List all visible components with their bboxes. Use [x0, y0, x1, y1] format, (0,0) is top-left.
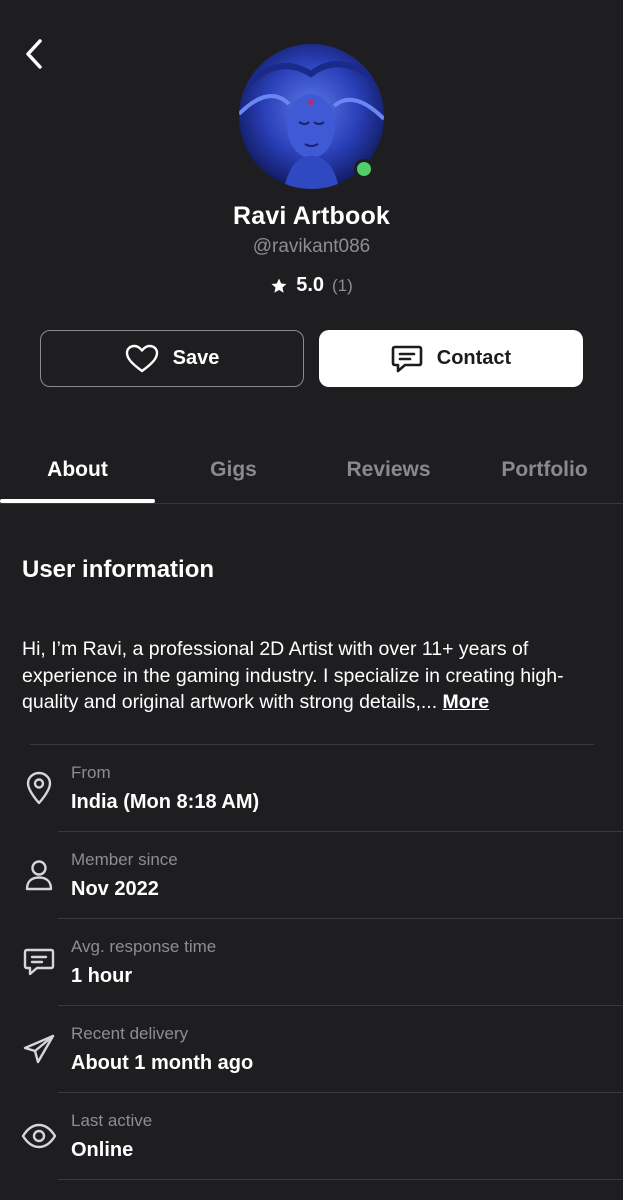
active-tab-indicator [0, 499, 155, 503]
bio-text: Hi, I’m Ravi, a professional 2D Artist w… [22, 636, 612, 716]
back-button[interactable] [14, 32, 54, 76]
info-label: From [71, 763, 111, 782]
star-icon [271, 278, 287, 293]
info-row-response-time: Avg. response time 1 hour [0, 919, 623, 1006]
info-row-recent-delivery: Recent delivery About 1 month ago [0, 1006, 623, 1093]
display-name: Ravi Artbook [232, 202, 391, 230]
rating[interactable]: 5.0 (1) [0, 274, 623, 297]
info-value: About 1 month ago [71, 1052, 254, 1074]
info-value: India (Mon 8:18 AM) [71, 791, 260, 813]
info-label: Last active [71, 1111, 153, 1130]
chat-icon [20, 943, 58, 981]
info-row-member-since: Member since Nov 2022 [0, 832, 623, 919]
username: @ravikant086 [252, 236, 371, 257]
info-row-from: From India (Mon 8:18 AM) [0, 745, 623, 832]
profile-screen: Ravi Artbook @ravikant086 5.0 (1) Save C… [0, 0, 623, 1200]
info-row-last-active: Last active Online [0, 1093, 623, 1180]
location-pin-icon [20, 769, 58, 807]
profile-tabs: About Gigs Reviews Portfolio [0, 436, 623, 504]
tab-about[interactable]: About [0, 436, 155, 503]
rating-count: (1) [332, 275, 353, 295]
eye-icon [20, 1117, 58, 1155]
section-title: User information [22, 556, 215, 583]
heart-icon [125, 344, 158, 372]
chevron-left-icon [26, 39, 42, 69]
user-icon [20, 856, 58, 894]
online-status-dot [354, 159, 374, 179]
info-label: Member since [71, 850, 178, 869]
info-label: Avg. response time [71, 937, 217, 956]
tab-gigs[interactable]: Gigs [156, 436, 311, 503]
rating-value: 5.0 [296, 274, 325, 296]
more-link[interactable]: More [443, 691, 490, 713]
contact-label: Contact [436, 347, 512, 369]
contact-button[interactable]: Contact [319, 330, 583, 387]
tab-portfolio[interactable]: Portfolio [467, 436, 622, 503]
info-value: 1 hour [71, 965, 133, 987]
save-label: Save [172, 347, 220, 369]
chat-icon [391, 345, 423, 372]
tab-reviews[interactable]: Reviews [311, 436, 466, 503]
divider [58, 1179, 623, 1180]
send-icon [20, 1030, 58, 1068]
save-button[interactable]: Save [40, 330, 304, 387]
avatar-container [239, 44, 384, 189]
info-value: Online [71, 1139, 134, 1161]
info-value: Nov 2022 [71, 878, 159, 900]
info-label: Recent delivery [71, 1024, 189, 1043]
